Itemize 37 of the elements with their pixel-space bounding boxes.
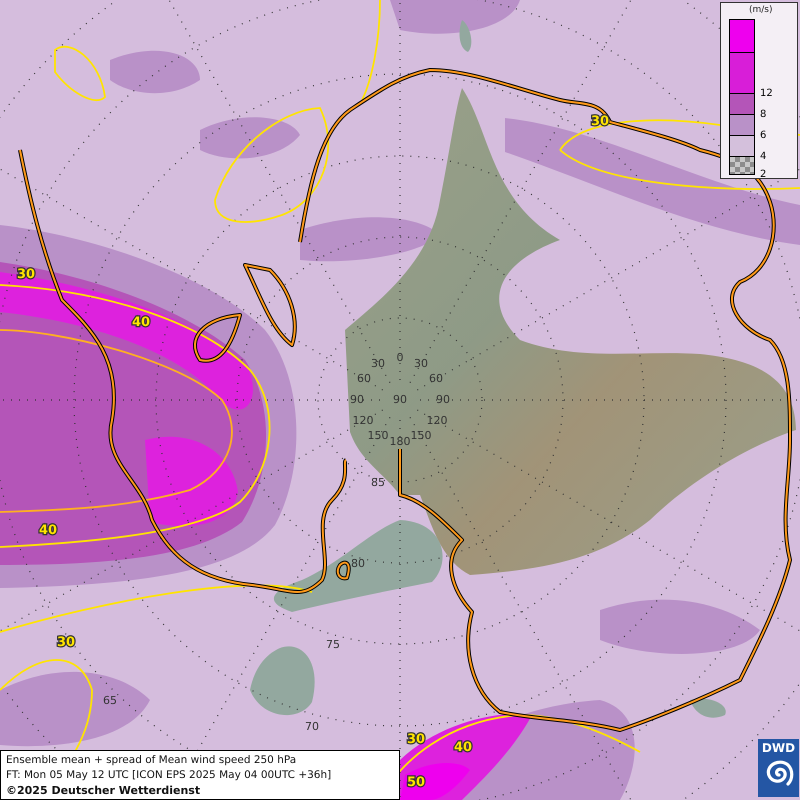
contour-label: 30 [56,635,76,650]
latitude-label: 65 [103,694,117,707]
longitude-label: 30 [371,357,385,370]
logo-text: DWD [762,740,796,756]
contour-label: 40 [38,523,58,538]
contour-label: 40 [132,315,150,330]
contour-label: 40 [454,740,472,755]
longitude-label: 150 [368,429,388,442]
latitude-label: 75 [326,638,340,651]
legend-unit: (m/s) [748,5,774,15]
caption-title: Ensemble mean + spread of Mean wind speed 250 hPa [6,753,298,768]
longitude-label: 180 [390,435,410,448]
copyright-text: ©2025 Deutscher Wetterdienst [6,783,202,798]
legend-tick-label: 2 [760,169,766,181]
contour-label: 30 [590,114,610,129]
longitude-label: 60 [357,372,371,385]
latitude-label: 70 [305,720,319,733]
contour-label: 30 [16,267,36,282]
legend-tick-label: 8 [760,109,766,121]
contour-label: 30 [406,732,426,747]
longitude-label: 90 [436,393,450,406]
legend-tick-label: 12 [760,88,773,100]
longitude-label: 60 [429,372,443,385]
latitude-label: 85 [371,476,385,489]
longitude-label: 150 [410,429,432,442]
legend-tick-label: 4 [760,151,766,163]
legend-swatch [729,157,755,175]
forecast-time: FT: Mon 05 May 12 UTC [ICON EPS 2025 May 04 00UTC +36h] [6,768,332,783]
longitude-label: 120 [426,414,448,427]
legend-tick-label: 6 [760,130,766,142]
longitude-label: 90 [393,393,407,406]
longitude-label: 30 [414,357,428,370]
longitude-label: 90 [350,393,364,406]
contour-label: 50 [406,775,426,790]
longitude-label: 0 [396,351,404,364]
latitude-label: 80 [351,557,365,570]
longitude-label: 120 [352,414,374,427]
